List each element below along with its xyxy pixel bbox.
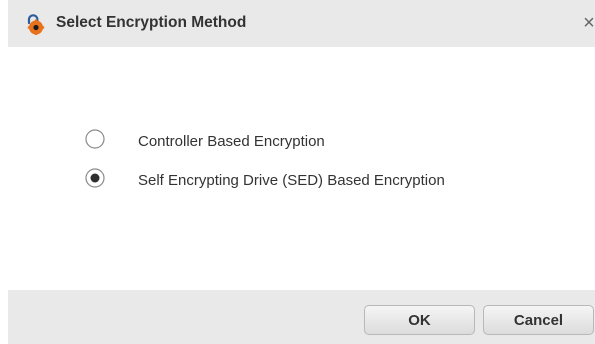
unlock-gear-icon — [24, 13, 46, 35]
radio-unselected-icon[interactable] — [84, 128, 106, 150]
dialog-title: Select Encryption Method — [56, 14, 247, 31]
ok-button[interactable]: OK — [364, 305, 475, 335]
encryption-method-dialog: Select Encryption Method × Controller Ba… — [0, 0, 595, 344]
dialog-titlebar: Select Encryption Method × — [8, 0, 595, 47]
dialog-footer: OK Cancel — [8, 290, 595, 344]
radio-selected-icon[interactable] — [84, 167, 106, 189]
option-label: Controller Based Encryption — [138, 133, 325, 150]
option-sed-based[interactable]: Self Encrypting Drive (SED) Based Encryp… — [84, 167, 504, 191]
option-label: Self Encrypting Drive (SED) Based Encryp… — [138, 172, 445, 189]
option-controller-based[interactable]: Controller Based Encryption — [84, 128, 504, 152]
close-button[interactable]: × — [580, 10, 595, 36]
cancel-button[interactable]: Cancel — [483, 305, 594, 335]
